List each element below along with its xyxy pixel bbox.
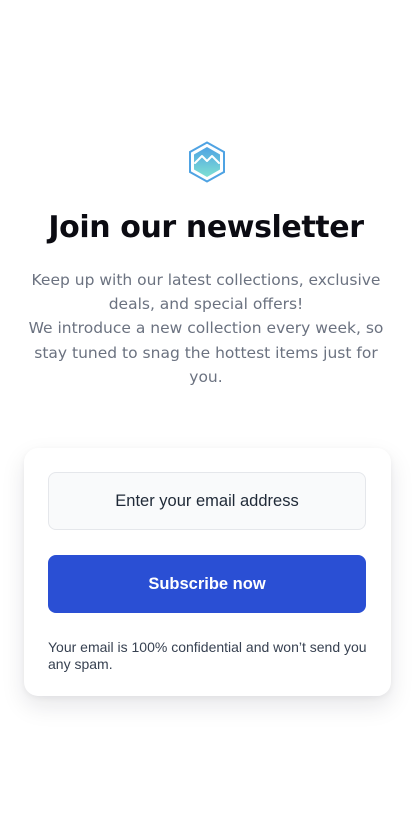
newsletter-page: Join our newsletter Keep up with our lat… <box>0 0 412 832</box>
description-line: Keep up with our latest collections, exc… <box>31 271 381 314</box>
mountain-hexagon-icon <box>189 141 225 183</box>
subscribe-button[interactable]: Subscribe now <box>48 555 366 613</box>
subscribe-card: Subscribe now Your email is 100% confide… <box>24 448 391 696</box>
email-input[interactable] <box>48 472 366 530</box>
description-line: We introduce a new collection every week… <box>28 319 384 386</box>
page-title: Join our newsletter <box>48 210 364 245</box>
privacy-note: Your email is 100% confidential and won’… <box>48 639 367 672</box>
newsletter-description: Keep up with our latest collections, exc… <box>22 268 390 389</box>
